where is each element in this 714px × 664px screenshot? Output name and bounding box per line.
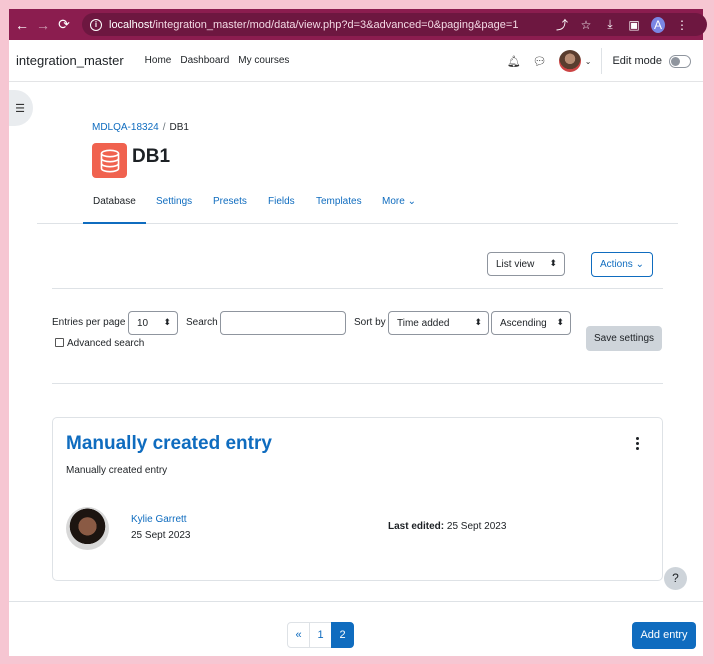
divider [601,48,603,74]
search-label: Search [186,317,218,328]
bookmark-star-icon[interactable]: ☆ [579,18,593,32]
actions-button[interactable]: Actions ⌄ [591,252,653,277]
tab-database[interactable]: Database [93,196,136,207]
pagination-page-2[interactable]: 2 [331,622,354,648]
sort-by-label: Sort by [354,317,386,328]
view-select[interactable]: List view [487,252,565,276]
profile-avatar[interactable]: A [651,16,665,33]
url-host: localhost [109,18,153,31]
page-title: DB1 [132,145,171,167]
entries-per-page-select[interactable]: 10 [128,311,178,335]
nav-dashboard[interactable]: Dashboard [180,55,229,66]
share-icon[interactable]: ⤴ [555,16,569,33]
chevron-down-icon[interactable]: ⌄ [585,57,592,66]
entries-per-page-label: Entries per page [52,317,126,328]
site-info-icon[interactable]: i [90,18,102,31]
tab-more[interactable]: More ⌄ [382,196,416,207]
chevron-down-icon: ⌄ [407,196,416,207]
reload-icon[interactable]: ⟳ [56,16,72,33]
divider [52,383,663,384]
nav-home[interactable]: Home [145,55,172,66]
breadcrumb: MDLQA-18324/DB1 [92,122,189,133]
active-tab-indicator [83,222,146,224]
pagination-page-1[interactable]: 1 [309,622,332,648]
nav-my-courses[interactable]: My courses [238,55,289,66]
author-avatar[interactable] [66,507,109,550]
entry-actions-menu-icon[interactable] [636,437,640,452]
notifications-bell-icon[interactable]: 🔔︎ [507,55,521,68]
sort-by-select[interactable]: Time added [388,311,489,335]
edit-mode-label: Edit mode [612,55,662,67]
author-link[interactable]: Kylie Garrett [131,514,187,525]
tab-settings[interactable]: Settings [156,196,192,207]
forward-icon[interactable]: → [35,17,51,33]
last-edited-label: Last edited: [388,521,445,532]
browser-toolbar: ← → ⟳ i localhost/integration_master/mod… [9,9,707,40]
add-entry-button[interactable]: Add entry [632,622,696,649]
messages-chat-icon[interactable]: 💬︎ [533,55,547,68]
sidepanel-icon[interactable]: ▣ [627,18,641,32]
breadcrumb-separator: / [162,122,166,133]
search-input[interactable] [220,311,346,335]
order-select[interactable]: Ascending [491,311,571,335]
page: integration_master Home Dashboard My cou… [9,40,703,656]
advanced-search-checkbox[interactable] [55,338,64,347]
breadcrumb-current: DB1 [169,122,189,133]
chevron-down-icon: ⌄ [635,259,644,270]
pagination-prev[interactable]: « [287,622,310,648]
course-index-drawer-button[interactable]: ☰ [9,90,33,126]
author-date: 25 Sept 2023 [131,530,191,541]
site-brand[interactable]: integration_master [16,53,124,68]
last-edited-value: 25 Sept 2023 [446,521,507,532]
menu-icon[interactable]: ⋮ [675,18,689,32]
pagination: « 1 2 [287,622,354,648]
edit-mode-toggle[interactable] [669,54,691,68]
actions-label: Actions [600,259,633,270]
entry-card: Manually created entry Manually created … [52,417,663,581]
tab-templates[interactable]: Templates [316,196,362,207]
database-icon [92,143,127,178]
save-settings-button[interactable]: Save settings [586,326,662,351]
entry-title[interactable]: Manually created entry [66,433,272,455]
top-navbar: integration_master Home Dashboard My cou… [9,40,703,82]
user-avatar[interactable] [558,50,581,72]
last-edited: Last edited: 25 Sept 2023 [388,521,506,532]
advanced-search-label[interactable]: Advanced search [67,338,144,349]
tab-more-label: More [382,196,405,207]
url-path: /integration_master/mod/data/view.php?d=… [152,18,519,31]
divider [52,288,663,289]
breadcrumb-course-link[interactable]: MDLQA-18324 [92,122,159,133]
tab-fields[interactable]: Fields [268,196,295,207]
help-button[interactable]: ? [664,567,687,590]
sticky-footer: « 1 2 Add entry [9,601,703,656]
secondary-navigation: Database Settings Presets Fields Templat… [37,187,678,224]
download-icon[interactable]: ⤓ [603,17,617,32]
back-icon[interactable]: ← [14,17,30,33]
entry-description: Manually created entry [66,465,168,476]
list-icon: ☰ [15,102,25,115]
tab-presets[interactable]: Presets [213,196,247,207]
